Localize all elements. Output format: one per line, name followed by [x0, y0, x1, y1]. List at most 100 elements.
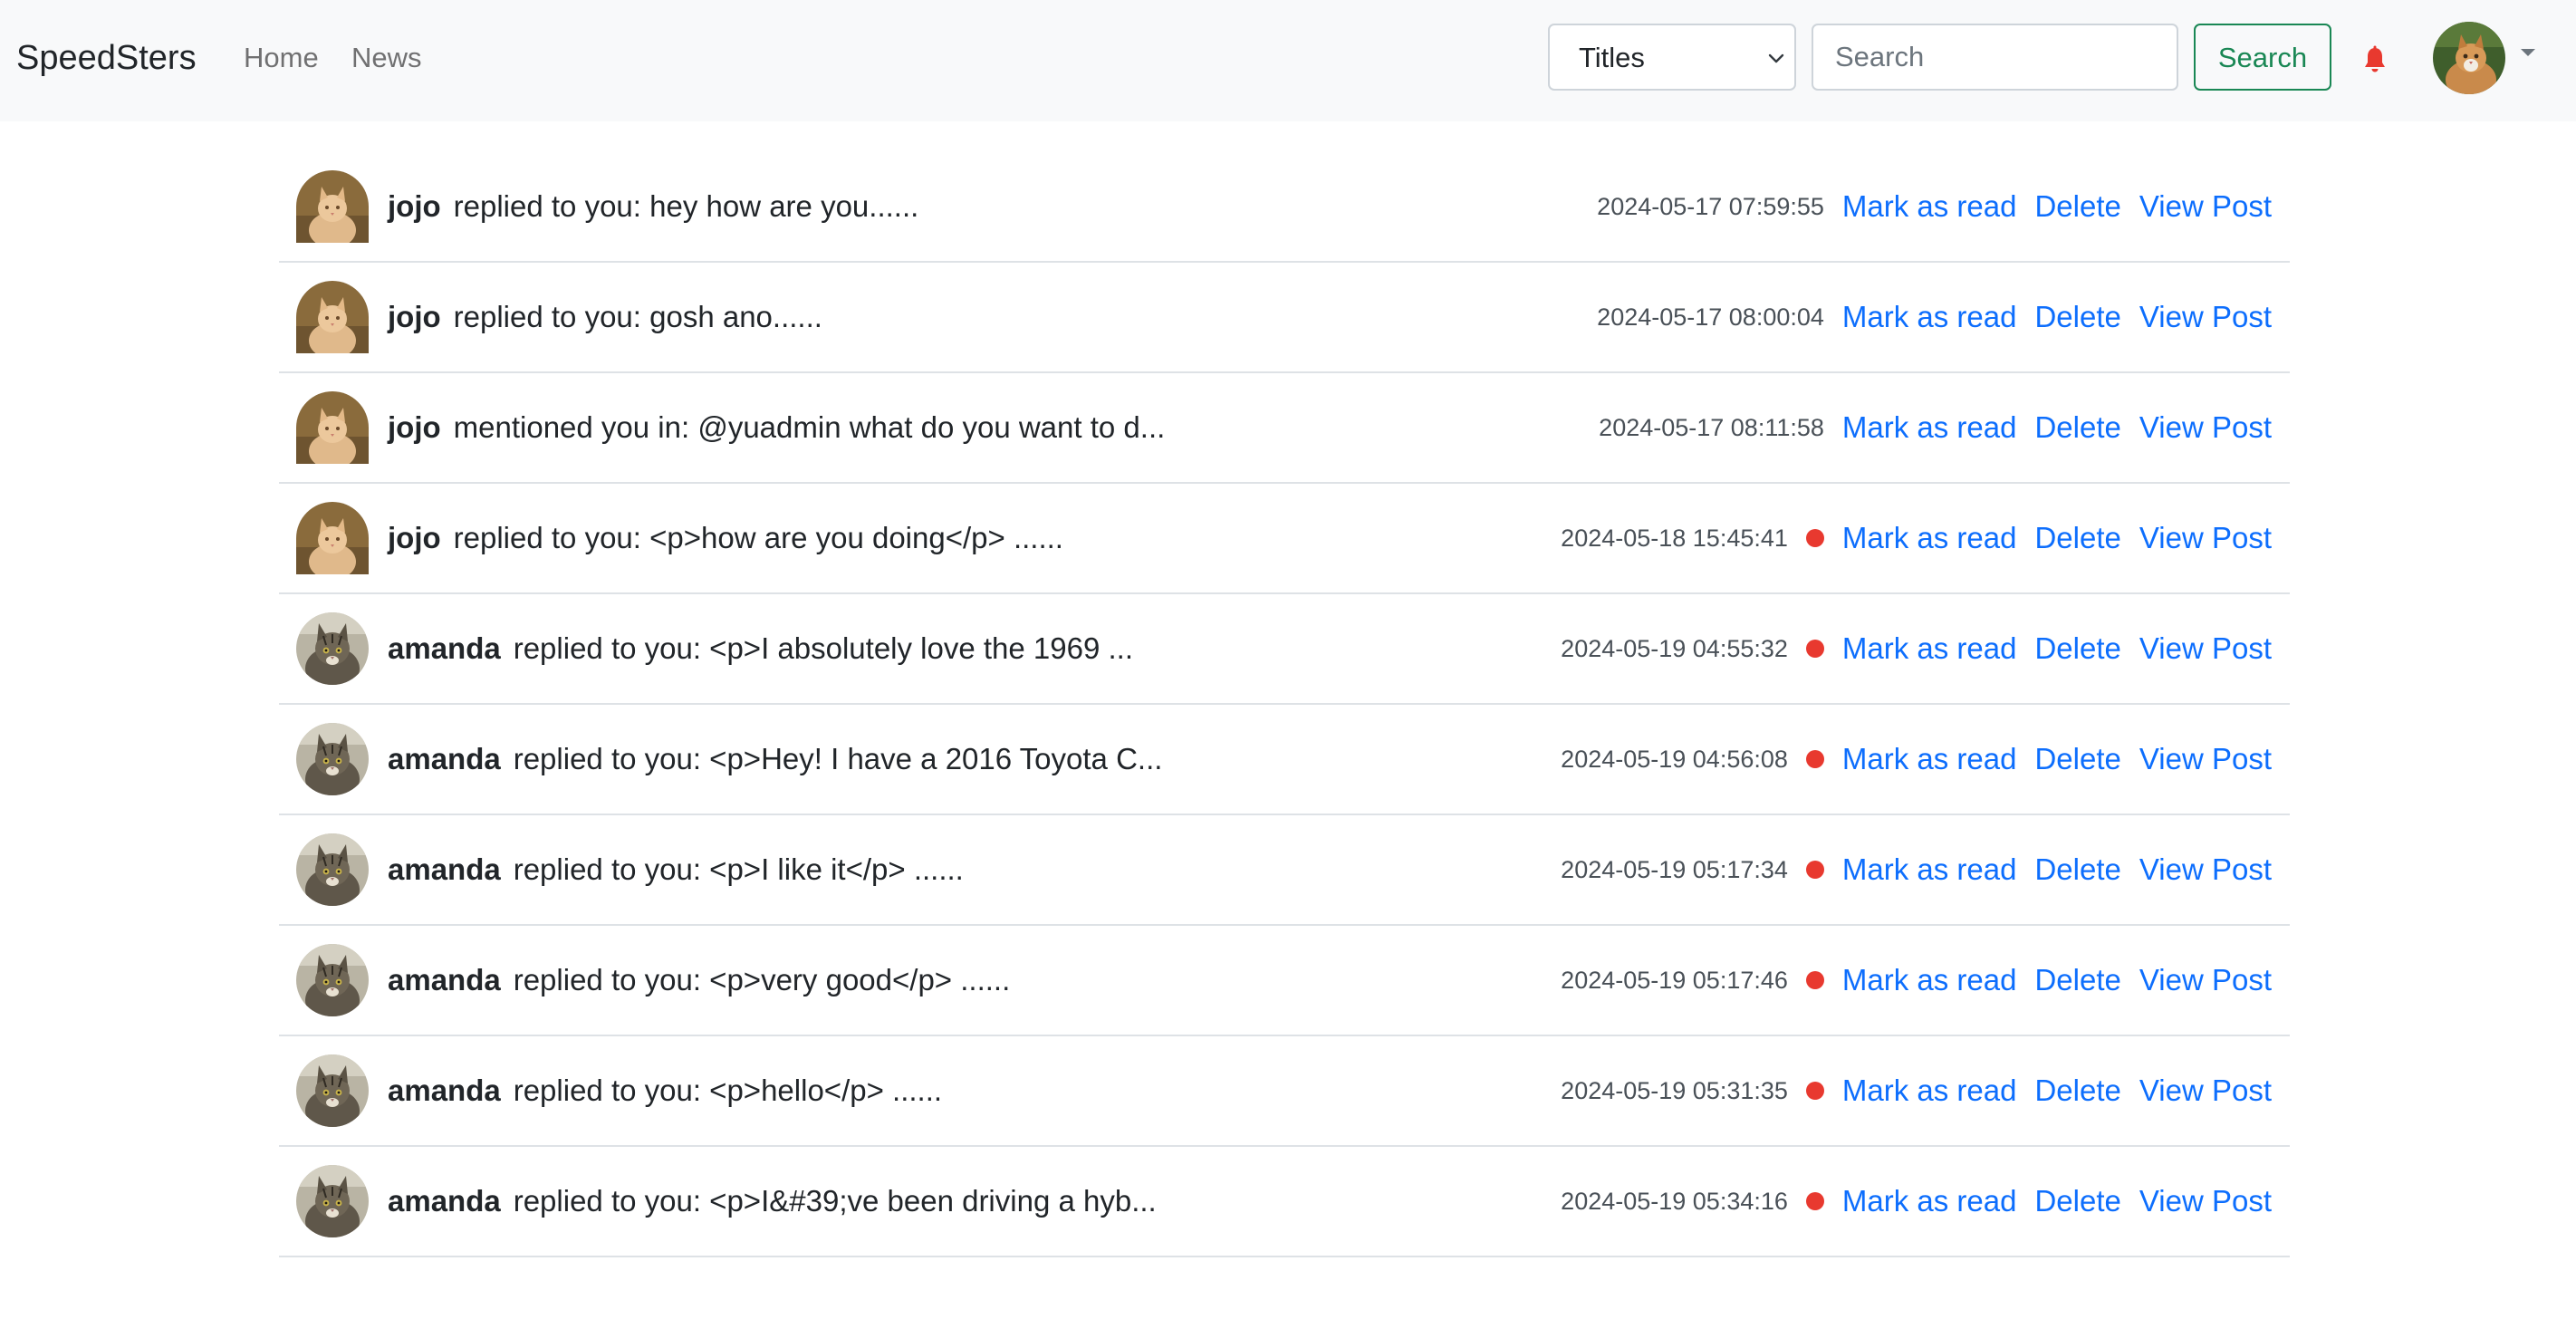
notification-message: replied to you: <p>I like it</p> ...... — [513, 852, 964, 886]
notification-message: replied to you: <p>Hey! I have a 2016 To… — [513, 742, 1163, 775]
mark-as-read-link[interactable]: Mark as read — [1842, 1184, 2017, 1218]
notification-row: jojo replied to you: gosh ano...... 2024-0… — [279, 263, 2290, 373]
search-type-value: Titles — [1579, 42, 1645, 73]
notification-avatar[interactable] — [296, 833, 369, 906]
notification-row: amanda replied to you: <p>I absolutely lo… — [279, 594, 2290, 705]
view-post-link[interactable]: View Post — [2139, 410, 2272, 445]
notification-row: jojo mentioned you in: @yuadmin what do y… — [279, 373, 2290, 484]
view-post-link[interactable]: View Post — [2139, 1184, 2272, 1218]
unread-dot-icon — [1805, 971, 1824, 989]
notification-avatar[interactable] — [296, 723, 369, 795]
user-avatar[interactable] — [2433, 22, 2505, 94]
delete-link[interactable]: Delete — [2034, 1073, 2120, 1108]
delete-link[interactable]: Delete — [2034, 189, 2120, 224]
notification-timestamp: 2024-05-17 08:11:58 — [1599, 413, 1824, 441]
notification-actions: 2024-05-19 05:17:46 Mark as read Delete Vie… — [1561, 958, 2272, 1002]
delete-link[interactable]: Delete — [2034, 300, 2120, 334]
notification-text: amanda replied to you: <p>hello</p> .....… — [388, 1069, 942, 1112]
notification-avatar[interactable] — [296, 502, 369, 574]
mark-as-read-link[interactable]: Mark as read — [1842, 410, 2017, 445]
delete-link[interactable]: Delete — [2034, 852, 2120, 887]
notification-username[interactable]: jojo — [388, 189, 441, 223]
notification-username[interactable]: jojo — [388, 410, 441, 444]
unread-dot-icon — [1805, 1082, 1824, 1100]
notification-avatar[interactable] — [296, 170, 369, 243]
notification-username[interactable]: amanda — [388, 852, 501, 886]
view-post-link[interactable]: View Post — [2139, 963, 2272, 997]
delete-link[interactable]: Delete — [2034, 631, 2120, 666]
delete-link[interactable]: Delete — [2034, 1184, 2120, 1218]
chevron-down-icon — [1768, 53, 1784, 63]
notification-row: amanda replied to you: <p>Hey! I have a 2… — [279, 705, 2290, 815]
mark-as-read-link[interactable]: Mark as read — [1842, 300, 2017, 334]
notification-username[interactable]: jojo — [388, 300, 441, 333]
search-type-select[interactable]: Titles — [1548, 24, 1796, 91]
notification-avatar[interactable] — [296, 944, 369, 1016]
notification-message: replied to you: gosh ano...... — [453, 300, 822, 333]
notification-avatar[interactable] — [296, 1054, 369, 1127]
mark-as-read-link[interactable]: Mark as read — [1842, 963, 2017, 997]
notification-list: jojo replied to you: hey how are you.....… — [279, 152, 2290, 1257]
notification-timestamp: 2024-05-19 05:17:34 — [1561, 855, 1788, 883]
notification-text: amanda replied to you: <p>Hey! I have a 2… — [388, 737, 1162, 781]
notification-row: amanda replied to you: <p>very good</p> .… — [279, 926, 2290, 1036]
view-post-link[interactable]: View Post — [2139, 300, 2272, 334]
unread-dot-icon — [1805, 640, 1824, 658]
notification-avatar[interactable] — [296, 281, 369, 353]
notification-username[interactable]: amanda — [388, 742, 501, 775]
mark-as-read-link[interactable]: Mark as read — [1842, 1073, 2017, 1108]
notification-message: replied to you: <p>I absolutely love the… — [513, 631, 1134, 665]
notification-avatar[interactable] — [296, 1165, 369, 1237]
notification-timestamp: 2024-05-19 04:55:32 — [1561, 634, 1788, 662]
notification-username[interactable]: amanda — [388, 631, 501, 665]
mark-as-read-link[interactable]: Mark as read — [1842, 852, 2017, 887]
notification-username[interactable]: amanda — [388, 1073, 501, 1107]
view-post-link[interactable]: View Post — [2139, 189, 2272, 224]
notification-text: amanda replied to you: <p>I absolutely lo… — [388, 627, 1133, 670]
mark-as-read-link[interactable]: Mark as read — [1842, 631, 2017, 666]
mark-as-read-link[interactable]: Mark as read — [1842, 521, 2017, 555]
notification-text: jojo replied to you: hey how are you.....… — [388, 185, 918, 228]
navbar: SpeedSters Home News Titles Search — [0, 0, 2576, 121]
notification-timestamp: 2024-05-19 05:31:35 — [1561, 1076, 1788, 1104]
mark-as-read-link[interactable]: Mark as read — [1842, 742, 2017, 776]
delete-link[interactable]: Delete — [2034, 521, 2120, 555]
notification-row: amanda replied to you: <p>hello</p> .....… — [279, 1036, 2290, 1147]
notification-avatar[interactable] — [296, 391, 369, 464]
unread-dot-icon — [1805, 750, 1824, 768]
notification-actions: 2024-05-19 05:34:16 Mark as read Delete Vie… — [1561, 1179, 2272, 1223]
notification-avatar[interactable] — [296, 612, 369, 685]
view-post-link[interactable]: View Post — [2139, 852, 2272, 887]
notification-username[interactable]: amanda — [388, 963, 501, 996]
notification-text: amanda replied to you: <p>I like it</p> .… — [388, 848, 964, 891]
notification-actions: 2024-05-17 07:59:55 Mark as read Delete Vie… — [1597, 185, 2272, 228]
view-post-link[interactable]: View Post — [2139, 521, 2272, 555]
brand-logo[interactable]: SpeedSters — [16, 34, 197, 82]
nav-link-home[interactable]: Home — [244, 36, 319, 80]
unread-dot-icon — [1805, 1192, 1824, 1210]
search-input[interactable] — [1812, 24, 2178, 91]
notification-timestamp: 2024-05-19 05:17:46 — [1561, 966, 1788, 994]
search-button[interactable]: Search — [2194, 24, 2331, 91]
delete-link[interactable]: Delete — [2034, 742, 2120, 776]
nav-link-news[interactable]: News — [351, 36, 422, 80]
notification-row: amanda replied to you: <p>I like it</p> .… — [279, 815, 2290, 926]
bell-icon[interactable] — [2362, 45, 2388, 74]
notification-row: jojo replied to you: <p>how are you doing… — [279, 484, 2290, 594]
unread-dot-icon — [1805, 529, 1824, 547]
notification-username[interactable]: jojo — [388, 521, 441, 554]
notification-text: jojo mentioned you in: @yuadmin what do y… — [388, 406, 1165, 449]
view-post-link[interactable]: View Post — [2139, 742, 2272, 776]
notification-actions: 2024-05-17 08:11:58 Mark as read Delete Vie… — [1599, 406, 2272, 449]
notification-message: replied to you: <p>hello</p> ...... — [513, 1073, 943, 1107]
notification-timestamp: 2024-05-17 08:00:04 — [1597, 303, 1824, 331]
delete-link[interactable]: Delete — [2034, 963, 2120, 997]
notification-username[interactable]: amanda — [388, 1184, 501, 1218]
view-post-link[interactable]: View Post — [2139, 631, 2272, 666]
delete-link[interactable]: Delete — [2034, 410, 2120, 445]
notification-text: jojo replied to you: <p>how are you doing… — [388, 516, 1063, 560]
mark-as-read-link[interactable]: Mark as read — [1842, 189, 2017, 224]
notification-timestamp: 2024-05-19 04:56:08 — [1561, 745, 1788, 773]
view-post-link[interactable]: View Post — [2139, 1073, 2272, 1108]
caret-down-icon[interactable] — [2520, 47, 2536, 58]
